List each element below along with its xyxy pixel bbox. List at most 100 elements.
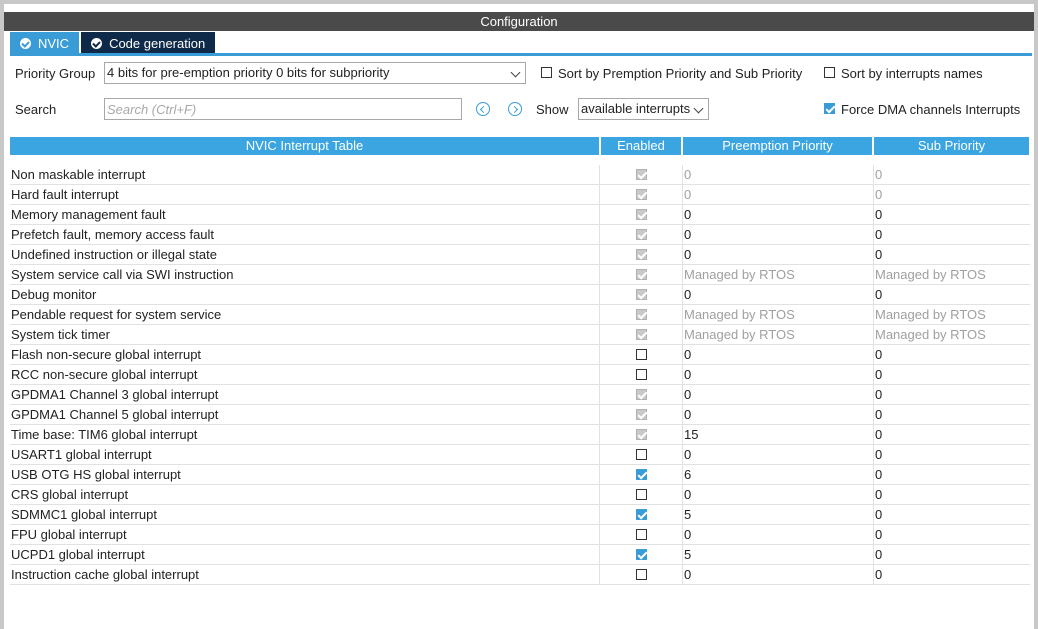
tab-code-generation[interactable]: Code generation [81, 32, 216, 54]
priority-group-value: 4 bits for pre-emption priority 0 bits f… [107, 65, 390, 80]
table-row[interactable]: Flash non-secure global interrupt 0 0 [10, 345, 1030, 365]
preemption-priority[interactable]: 0 [683, 205, 874, 224]
chevron-down-icon [693, 103, 704, 114]
table-row[interactable]: System service call via SWI instruction M… [10, 265, 1030, 285]
table-row[interactable]: Debug monitor 0 0 [10, 285, 1030, 305]
sort-names-checkbox[interactable] [824, 67, 835, 78]
search-input[interactable] [104, 98, 462, 120]
interrupt-name: Flash non-secure global interrupt [10, 345, 600, 364]
enabled-checkbox [636, 329, 647, 340]
preemption-priority[interactable]: 5 [683, 545, 874, 564]
enabled-cell [600, 425, 683, 444]
enabled-checkbox[interactable] [636, 349, 647, 360]
table-row[interactable]: Hard fault interrupt 0 0 [10, 185, 1030, 205]
sub-priority[interactable]: 0 [874, 365, 1030, 384]
enabled-checkbox[interactable] [636, 529, 647, 540]
interrupt-table: Non maskable interrupt 0 0 Hard fault inter… [10, 165, 1030, 585]
search-next-icon[interactable] [508, 102, 522, 116]
preemption-priority[interactable]: 0 [683, 365, 874, 384]
interrupt-name: Memory management fault [10, 205, 600, 224]
table-row[interactable]: Non maskable interrupt 0 0 [10, 165, 1030, 185]
sub-priority[interactable]: 0 [874, 445, 1030, 464]
sub-priority[interactable]: 0 [874, 205, 1030, 224]
enabled-checkbox[interactable] [636, 489, 647, 500]
enabled-cell [600, 165, 683, 184]
enabled-checkbox[interactable] [636, 469, 647, 480]
table-row[interactable]: GPDMA1 Channel 5 global interrupt 0 0 [10, 405, 1030, 425]
header-preemption[interactable]: Preemption Priority [683, 137, 872, 155]
sub-priority[interactable]: 0 [874, 225, 1030, 244]
sort-names-label: Sort by interrupts names [841, 66, 983, 81]
sub-priority[interactable]: 0 [874, 485, 1030, 504]
enabled-checkbox[interactable] [636, 369, 647, 380]
header-enabled[interactable]: Enabled [601, 137, 681, 155]
preemption-priority[interactable]: 0 [683, 285, 874, 304]
table-row[interactable]: RCC non-secure global interrupt 0 0 [10, 365, 1030, 385]
table-row[interactable]: USB OTG HS global interrupt 6 0 [10, 465, 1030, 485]
priority-group-select[interactable]: 4 bits for pre-emption priority 0 bits f… [104, 62, 526, 84]
preemption-priority[interactable]: 0 [683, 225, 874, 244]
table-row[interactable]: GPDMA1 Channel 3 global interrupt 0 0 [10, 385, 1030, 405]
sort-premption-checkbox[interactable] [541, 67, 552, 78]
table-row[interactable]: SDMMC1 global interrupt 5 0 [10, 505, 1030, 525]
preemption-priority[interactable]: 0 [683, 565, 874, 584]
preemption-priority[interactable]: 0 [683, 525, 874, 544]
table-row[interactable]: Undefined instruction or illegal state 0 0 [10, 245, 1030, 265]
sub-priority[interactable]: 0 [874, 385, 1030, 404]
preemption-priority[interactable]: 15 [683, 425, 874, 444]
preemption-priority[interactable]: 0 [683, 385, 874, 404]
preemption-priority: 0 [683, 185, 874, 204]
sub-priority: Managed by RTOS [875, 307, 986, 322]
sub-priority[interactable]: 0 [874, 545, 1030, 564]
table-row[interactable]: Pendable request for system service Manag… [10, 305, 1030, 325]
sub-priority[interactable]: 0 [874, 525, 1030, 544]
sub-priority[interactable]: 0 [874, 565, 1030, 584]
sub-priority: 0 [875, 167, 883, 182]
sub-priority[interactable]: 0 [874, 505, 1030, 524]
sub-priority[interactable]: 0 [874, 345, 1030, 364]
interrupt-name: System service call via SWI instruction [10, 265, 600, 284]
tab-nvic[interactable]: NVIC [10, 32, 80, 54]
table-row[interactable]: Memory management fault 0 0 [10, 205, 1030, 225]
search-previous-icon[interactable] [476, 102, 490, 116]
sub-priority[interactable]: 0 [874, 405, 1030, 424]
header-sub-priority[interactable]: Sub Priority [874, 137, 1029, 155]
table-row[interactable]: CRS global interrupt 0 0 [10, 485, 1030, 505]
preemption-priority[interactable]: 0 [683, 445, 874, 464]
sub-priority[interactable]: 0 [874, 425, 1030, 444]
enabled-cell [600, 225, 683, 244]
enabled-checkbox[interactable] [636, 569, 647, 580]
search-label: Search [15, 102, 57, 117]
table-row[interactable]: Prefetch fault, memory access fault 0 0 [10, 225, 1030, 245]
table-row[interactable]: FPU global interrupt 0 0 [10, 525, 1030, 545]
table-row[interactable]: Time base: TIM6 global interrupt 15 0 [10, 425, 1030, 445]
interrupt-name: USART1 global interrupt [10, 445, 600, 464]
preemption-priority[interactable]: 0 [683, 245, 874, 264]
enabled-cell [600, 245, 683, 264]
enabled-checkbox[interactable] [636, 549, 647, 560]
header-name[interactable]: NVIC Interrupt Table [10, 137, 599, 155]
enabled-checkbox [636, 229, 647, 240]
table-row[interactable]: Instruction cache global interrupt 0 0 [10, 565, 1030, 585]
table-row[interactable]: UCPD1 global interrupt 5 0 [10, 545, 1030, 565]
sub-priority[interactable]: 0 [874, 285, 1030, 304]
enabled-checkbox[interactable] [636, 509, 647, 520]
enabled-cell [600, 285, 683, 304]
table-row[interactable]: USART1 global interrupt 0 0 [10, 445, 1030, 465]
sub-priority[interactable]: 0 [874, 465, 1030, 484]
enabled-checkbox [636, 209, 647, 220]
force-dma-checkbox[interactable] [824, 103, 835, 114]
interrupt-name: Hard fault interrupt [10, 185, 600, 204]
preemption-priority[interactable]: 0 [683, 485, 874, 504]
enabled-checkbox [636, 189, 647, 200]
table-row[interactable]: System tick timer Managed by RTOS Managed … [10, 325, 1030, 345]
preemption-priority[interactable]: 6 [683, 465, 874, 484]
show-select[interactable]: available interrupts [578, 98, 709, 120]
preemption-priority[interactable]: 0 [683, 405, 874, 424]
enabled-checkbox[interactable] [636, 449, 647, 460]
preemption-priority[interactable]: 5 [683, 505, 874, 524]
preemption-priority[interactable]: 0 [683, 345, 874, 364]
enabled-checkbox [636, 169, 647, 180]
sub-priority: Managed by RTOS [875, 267, 986, 282]
sub-priority[interactable]: 0 [874, 245, 1030, 264]
